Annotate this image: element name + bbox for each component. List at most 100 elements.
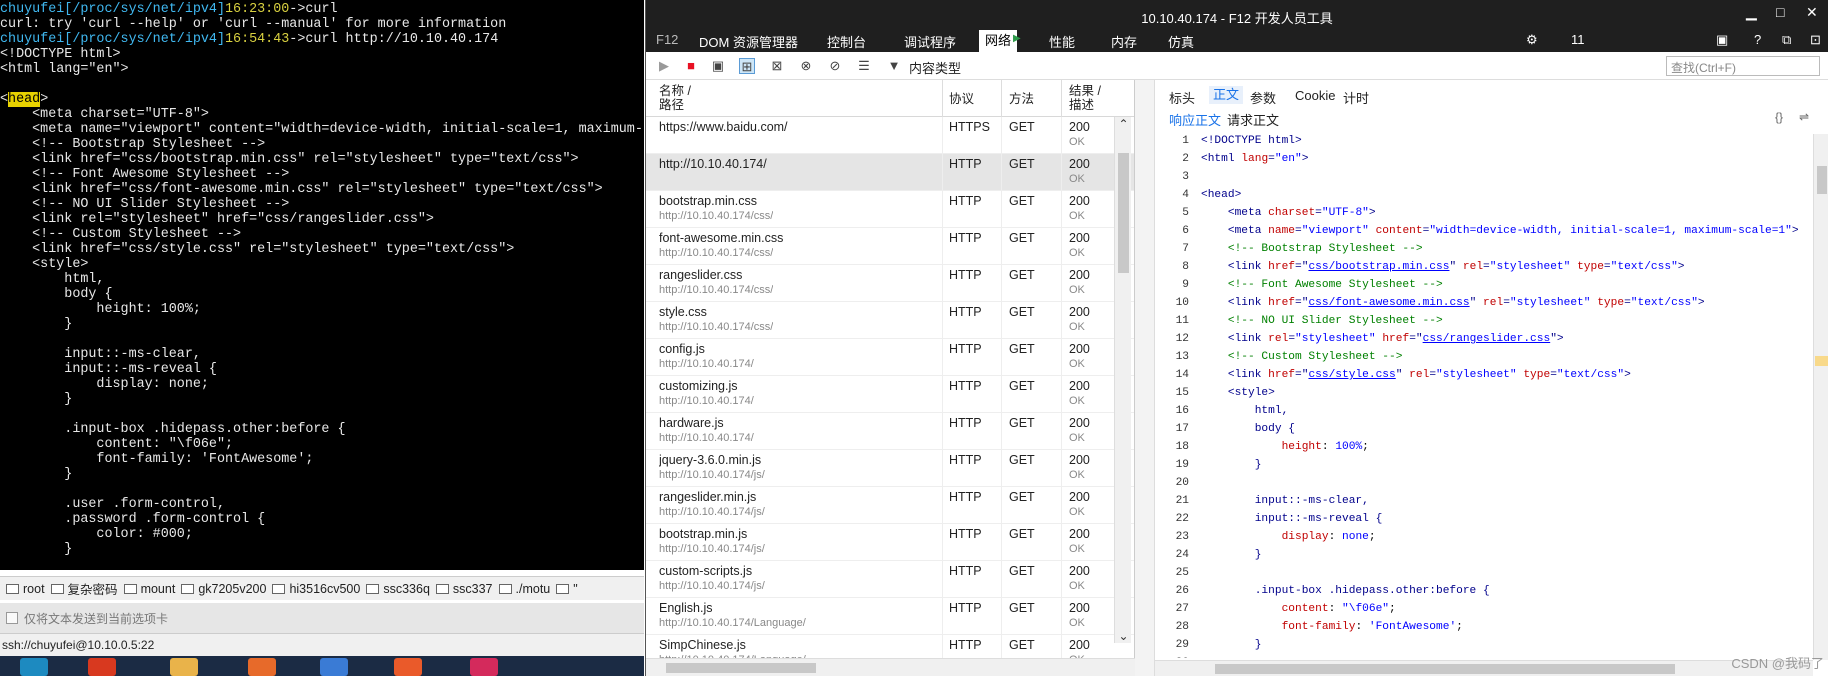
detail-tab[interactable]: 正文 <box>1209 86 1244 104</box>
network-row[interactable]: https://www.baidu.com/HTTPS GET 200 OK <box>646 117 1134 154</box>
request-method: GET <box>1009 638 1035 652</box>
app-icon-1[interactable] <box>20 658 48 676</box>
col-path-label: 路径 <box>659 98 685 112</box>
find-input[interactable]: 查找(Ctrl+F) <box>1666 56 1820 76</box>
code-scroll-thumb[interactable] <box>1817 166 1827 194</box>
quick-command-item[interactable]: ssc337 <box>435 582 493 596</box>
network-row[interactable]: jquery-3.6.0.min.js http://10.10.40.174/j… <box>646 450 1134 487</box>
network-row[interactable]: rangeslider.min.js http://10.10.40.174/js… <box>646 487 1134 524</box>
devtools-tab[interactable]: F12 <box>656 32 678 47</box>
clear-cookies-icon[interactable]: ⊘ <box>827 58 843 74</box>
terminal-line: curl: try 'curl --help' or 'curl --manua… <box>0 17 507 32</box>
devtools-tab[interactable]: 性能 <box>1049 32 1075 51</box>
network-row[interactable]: font-awesome.min.css http://10.10.40.174/… <box>646 228 1134 265</box>
network-row[interactable]: rangeslider.css http://10.10.40.174/css/H… <box>646 265 1134 302</box>
quick-command-item[interactable]: ./motu <box>498 582 550 596</box>
devtools-tab[interactable]: 调试程序 <box>904 32 956 51</box>
app-icon-7[interactable] <box>470 658 498 676</box>
col-name[interactable]: 名称 / 路径 <box>659 84 691 112</box>
list-icon[interactable]: ☰ <box>856 58 872 74</box>
stop-icon[interactable]: ■ <box>683 58 699 74</box>
hscroll-thumb[interactable] <box>666 663 816 673</box>
col-method[interactable]: 方法 <box>1009 92 1034 106</box>
quick-command-item[interactable]: gk7205v200 <box>181 582 266 596</box>
request-name: SimpChinese.js <box>659 638 746 652</box>
quick-command-item[interactable]: ssc336q <box>366 582 430 596</box>
app-icon-6[interactable] <box>394 658 422 676</box>
scroll-up-icon[interactable]: ⌃ <box>1115 117 1132 131</box>
column-separator <box>1001 376 1002 413</box>
devtools-tab[interactable]: 控制台 <box>827 32 866 51</box>
clear-on-navigate-icon[interactable]: ⊞ <box>739 58 755 74</box>
quick-command-item[interactable]: " <box>556 582 578 596</box>
minimize-icon[interactable]: ▁ <box>1746 4 1757 21</box>
quick-command-item[interactable]: mount <box>123 582 175 596</box>
network-row[interactable]: http://10.10.40.174/HTTP GET 200 OK <box>646 154 1134 191</box>
close-icon[interactable]: ✕ <box>1806 4 1818 21</box>
code-vscrollbar[interactable] <box>1813 134 1828 660</box>
detail-tab[interactable]: Cookie <box>1295 88 1335 103</box>
clear-cache-icon[interactable]: ⊗ <box>798 58 814 74</box>
network-row[interactable]: bootstrap.min.css http://10.10.40.174/css… <box>646 191 1134 228</box>
help-icon[interactable]: ? <box>1754 32 1761 47</box>
devtools-tabs: F12 DOM 资源管理器 控制台 调试程序 网络 ▶ 性能 内存 仿真 ⚙ 11 ▣? ⧉ ⊡ <box>646 30 1828 52</box>
word-wrap-icon[interactable]: ⇌ <box>1799 110 1809 124</box>
code-token: "\f06e" <box>1342 603 1390 615</box>
pretty-print-icon[interactable]: {} <box>1775 110 1783 124</box>
network-row[interactable]: bootstrap.min.js http://10.10.40.174/js/H… <box>646 524 1134 561</box>
devtools-tab[interactable]: 内存 <box>1111 32 1137 51</box>
network-row[interactable]: custom-scripts.js http://10.10.40.174/js/… <box>646 561 1134 598</box>
pin-icon[interactable]: ⊡ <box>1810 32 1821 48</box>
code-hscrollbar[interactable] <box>1155 660 1813 676</box>
terminal-line: display: none; <box>0 377 209 392</box>
code-token: "en" <box>1274 153 1302 165</box>
app-icon-4[interactable] <box>248 658 276 676</box>
line-number: 24 <box>1175 549 1189 561</box>
subtab-response-body[interactable]: 响应正文 <box>1169 110 1221 129</box>
network-row[interactable]: customizing.js http://10.10.40.174/HTTP GE… <box>646 376 1134 413</box>
line-number: 8 <box>1182 261 1189 273</box>
send-bar-checkbox[interactable] <box>6 612 18 624</box>
pane-splitter[interactable] <box>1135 80 1155 676</box>
request-method: GET <box>1009 379 1035 393</box>
filter-icon[interactable]: ▼ <box>886 58 902 74</box>
clear-entries-icon[interactable]: ⊠ <box>769 58 785 74</box>
dock-icon[interactable]: ⧉ <box>1782 32 1791 48</box>
network-hscrollbar[interactable] <box>646 658 1135 676</box>
code-token: content <box>1375 225 1423 237</box>
col-protocol[interactable]: 协议 <box>949 92 974 106</box>
subtab-request-body[interactable]: 请求正文 <box>1227 110 1279 129</box>
app-icon-2[interactable] <box>88 658 116 676</box>
network-vscrollbar[interactable]: ⌃ ⌄ <box>1114 117 1131 643</box>
col-result[interactable]: 结果 / 描述 <box>1069 84 1101 112</box>
column-separator <box>1001 598 1002 635</box>
app-icon-5[interactable] <box>320 658 348 676</box>
network-row[interactable]: style.css http://10.10.40.174/css/HTTP GET… <box>646 302 1134 339</box>
terminal-output[interactable]: chuyufei[/proc/sys/net/ipv4]16:23:00->cu… <box>0 0 644 570</box>
play-icon[interactable]: ▶ <box>656 58 672 74</box>
network-row[interactable]: hardware.js http://10.10.40.174/HTTP GET 20… <box>646 413 1134 450</box>
network-row[interactable]: config.js http://10.10.40.174/HTTP GET 200 O… <box>646 339 1134 376</box>
scroll-down-icon[interactable]: ⌄ <box>1115 629 1132 643</box>
content-type-filter[interactable]: 内容类型 <box>909 58 961 77</box>
settings-icon[interactable]: ⚙ <box>1526 32 1538 48</box>
code-token: charset <box>1268 207 1316 219</box>
app-icon-3[interactable] <box>170 658 198 676</box>
restore-icon[interactable]: □ <box>1776 4 1784 20</box>
devtools-tab[interactable]: 网络 <box>979 30 1018 52</box>
code-token: > <box>1301 153 1309 165</box>
network-row[interactable]: English.js http://10.10.40.174/Language/H… <box>646 598 1134 635</box>
quick-command-item[interactable]: 复杂密码 <box>50 579 118 598</box>
quick-command-item[interactable]: root <box>6 582 45 596</box>
quick-command-item[interactable]: hi3516cv500 <box>272 582 360 596</box>
console-icon[interactable]: ▣ <box>1716 32 1728 48</box>
code-hscroll-thumb[interactable] <box>1215 664 1675 674</box>
send-bar[interactable]: 仅将文本发送到当前选项卡 <box>0 603 644 633</box>
devtools-tab[interactable]: 仿真 <box>1168 32 1194 51</box>
response-body-code[interactable]: 1 <!DOCTYPE html> 2 <html lang="en"> 3 4 <head… <box>1155 132 1810 658</box>
devtools-tab[interactable]: DOM 资源管理器 <box>699 32 798 51</box>
scroll-thumb[interactable] <box>1118 153 1129 273</box>
save-icon[interactable]: ▣ <box>710 58 726 74</box>
